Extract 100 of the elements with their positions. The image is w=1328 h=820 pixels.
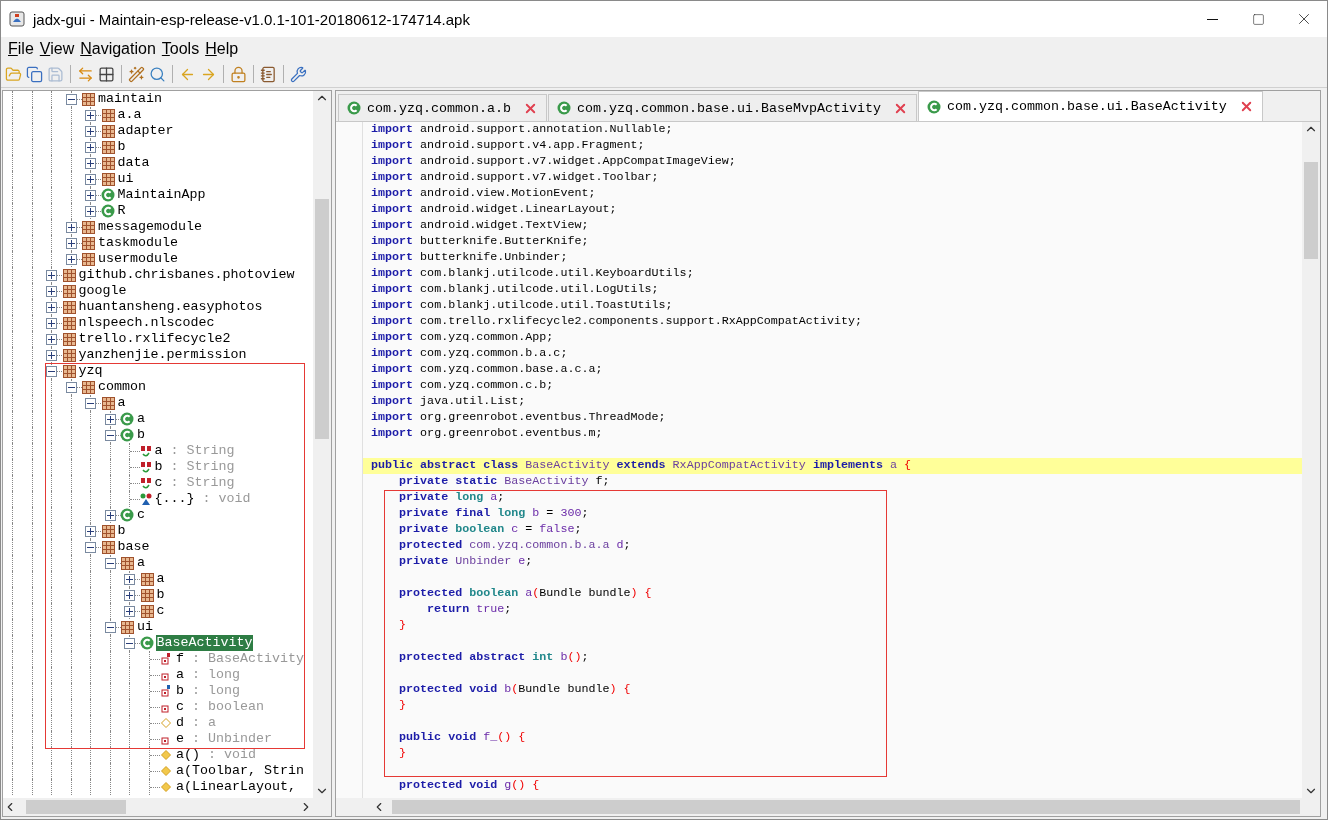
tree-item[interactable]: R bbox=[116, 203, 127, 219]
menu-item[interactable]: Tools bbox=[158, 38, 203, 60]
tree-item[interactable]: c : boolean bbox=[175, 699, 265, 715]
tree-item[interactable]: a() : void bbox=[175, 747, 257, 763]
field-icon bbox=[161, 653, 171, 665]
tree-item[interactable]: github.chrisbanes.photoview bbox=[77, 267, 296, 283]
notebook-icon[interactable] bbox=[260, 65, 277, 83]
code-line: import java.util.List; bbox=[370, 394, 527, 410]
tree-item[interactable]: c bbox=[155, 603, 166, 619]
code-line: import com.blankj.utilcode.util.KeyboardUtils; bbox=[370, 266, 695, 282]
scrollbar-thumb[interactable] bbox=[392, 800, 1300, 814]
tree-item[interactable]: BaseActivity bbox=[155, 635, 254, 651]
tree-item[interactable]: c bbox=[136, 507, 146, 523]
initializer-icon bbox=[139, 492, 152, 506]
minimize-icon bbox=[1206, 18, 1218, 20]
tree-item[interactable]: a bbox=[136, 411, 146, 427]
horizontal-scrollbar[interactable] bbox=[3, 798, 313, 816]
tree-item[interactable]: ui bbox=[116, 171, 135, 187]
tree-item[interactable]: e : Unbinder bbox=[175, 731, 273, 747]
tree-item[interactable]: trello.rxlifecycle2 bbox=[77, 331, 232, 347]
tree-item[interactable]: a(Toolbar, Strin bbox=[175, 763, 305, 779]
tree-item[interactable]: google bbox=[77, 283, 128, 299]
menu-item[interactable]: Navigation bbox=[77, 38, 159, 60]
package-icon bbox=[101, 140, 115, 154]
tree-item[interactable]: a : long bbox=[175, 667, 241, 683]
tree-item[interactable]: a : String bbox=[153, 443, 236, 459]
tree-item[interactable]: a bbox=[136, 555, 146, 571]
copy-icon[interactable] bbox=[26, 65, 43, 83]
search-icon[interactable] bbox=[149, 65, 166, 83]
tree-item[interactable]: nlspeech.nlscodec bbox=[77, 315, 216, 331]
menu-item[interactable]: Help bbox=[202, 38, 242, 60]
field-icon bbox=[139, 460, 152, 474]
editor-tab[interactable]: com.yzq.common.base.ui.BaseMvpActivity bbox=[547, 94, 917, 121]
package-icon bbox=[62, 316, 76, 330]
code-line: protected void g() { bbox=[398, 778, 541, 794]
scrollbar-thumb[interactable] bbox=[315, 199, 329, 439]
tree-item[interactable]: a bbox=[155, 571, 166, 587]
grid-icon[interactable] bbox=[98, 65, 115, 83]
horizontal-scrollbar[interactable] bbox=[336, 798, 1302, 816]
magic-wand-icon[interactable] bbox=[128, 65, 145, 83]
package-icon bbox=[140, 604, 154, 618]
tree-item[interactable]: taskmodule bbox=[97, 235, 179, 251]
code-line: } bbox=[398, 698, 408, 714]
tree-item[interactable]: b : String bbox=[153, 459, 236, 475]
code-line: import com.yzq.common.b.a.c; bbox=[370, 346, 569, 362]
tree-item[interactable]: c : String bbox=[153, 475, 236, 491]
code-line: protected abstract int b(); bbox=[398, 650, 590, 666]
code-line: protected void b(Bundle bundle) { bbox=[398, 682, 632, 698]
tree-item[interactable]: b bbox=[136, 427, 146, 443]
tree-item[interactable]: d : a bbox=[175, 715, 217, 731]
tree-item[interactable]: messagemodule bbox=[97, 219, 203, 235]
tree-item[interactable]: maintain bbox=[97, 91, 163, 107]
code-line: import com.blankj.utilcode.util.LogUtils; bbox=[370, 282, 660, 298]
wrench-icon[interactable] bbox=[290, 65, 307, 83]
tree-item[interactable]: adapter bbox=[116, 123, 175, 139]
code-line: import com.blankj.utilcode.util.ToastUtils; bbox=[370, 298, 674, 314]
scrollbar-thumb[interactable] bbox=[26, 800, 126, 814]
tree-item[interactable]: yzq bbox=[77, 363, 104, 379]
tree-item[interactable]: MaintainApp bbox=[116, 187, 207, 203]
tree-item[interactable]: base bbox=[116, 539, 151, 555]
tree-item[interactable]: a.a bbox=[116, 107, 143, 123]
tree-item[interactable]: ui bbox=[136, 619, 154, 635]
padlock-icon[interactable] bbox=[230, 65, 247, 83]
tree-item[interactable]: b bbox=[155, 587, 166, 603]
code-line: protected com.yzq.common.b.a.a d; bbox=[398, 538, 632, 554]
package-icon bbox=[62, 300, 76, 314]
tree-item[interactable]: a(LinearLayout, bbox=[175, 779, 297, 795]
editor-tab[interactable]: com.yzq.common.base.ui.BaseActivity bbox=[917, 91, 1263, 121]
code-line: import com.trello.rxlifecycle2.components.support.RxAppCompatActivity; bbox=[370, 314, 863, 330]
package-icon bbox=[101, 540, 115, 554]
package-icon bbox=[101, 524, 115, 538]
code-line: import android.support.annotation.Nullable; bbox=[370, 122, 674, 138]
tree-item[interactable]: data bbox=[116, 155, 151, 171]
editor-tab[interactable]: com.yzq.common.a.b bbox=[338, 94, 547, 121]
scrollbar-thumb[interactable] bbox=[1304, 162, 1318, 259]
menu-item[interactable]: File bbox=[5, 38, 37, 60]
package-icon bbox=[82, 380, 95, 394]
class-icon bbox=[120, 508, 134, 522]
tree-item[interactable]: huantansheng.easyphotos bbox=[77, 299, 264, 315]
tree-item[interactable]: common bbox=[97, 379, 147, 395]
package-icon bbox=[121, 620, 134, 634]
package-icon bbox=[82, 220, 95, 234]
tree-item[interactable]: {...} : void bbox=[153, 491, 252, 507]
class-icon bbox=[100, 204, 115, 218]
tree-item[interactable]: b : long bbox=[175, 683, 241, 699]
class-icon bbox=[100, 188, 115, 202]
code-line: import butterknife.ButterKnife; bbox=[370, 234, 590, 250]
tree-item[interactable]: f : BaseActivity bbox=[175, 651, 305, 667]
tree-item[interactable]: yanzhenjie.permission bbox=[77, 347, 248, 363]
code-line: import com.yzq.common.App; bbox=[370, 330, 555, 346]
code-line: import butterknife.Unbinder; bbox=[370, 250, 569, 266]
tree-item[interactable]: a bbox=[116, 395, 127, 411]
menu-item[interactable]: View bbox=[36, 38, 78, 60]
tree-item[interactable]: b bbox=[116, 523, 127, 539]
tree-item[interactable]: usermodule bbox=[97, 251, 179, 267]
tree-item[interactable]: b bbox=[116, 139, 127, 155]
code-line: import android.view.MotionEvent; bbox=[370, 186, 597, 202]
vertical-scrollbar[interactable] bbox=[313, 91, 331, 798]
code-line: import com.yzq.common.c.b; bbox=[370, 378, 555, 394]
vertical-scrollbar[interactable] bbox=[1302, 122, 1320, 798]
